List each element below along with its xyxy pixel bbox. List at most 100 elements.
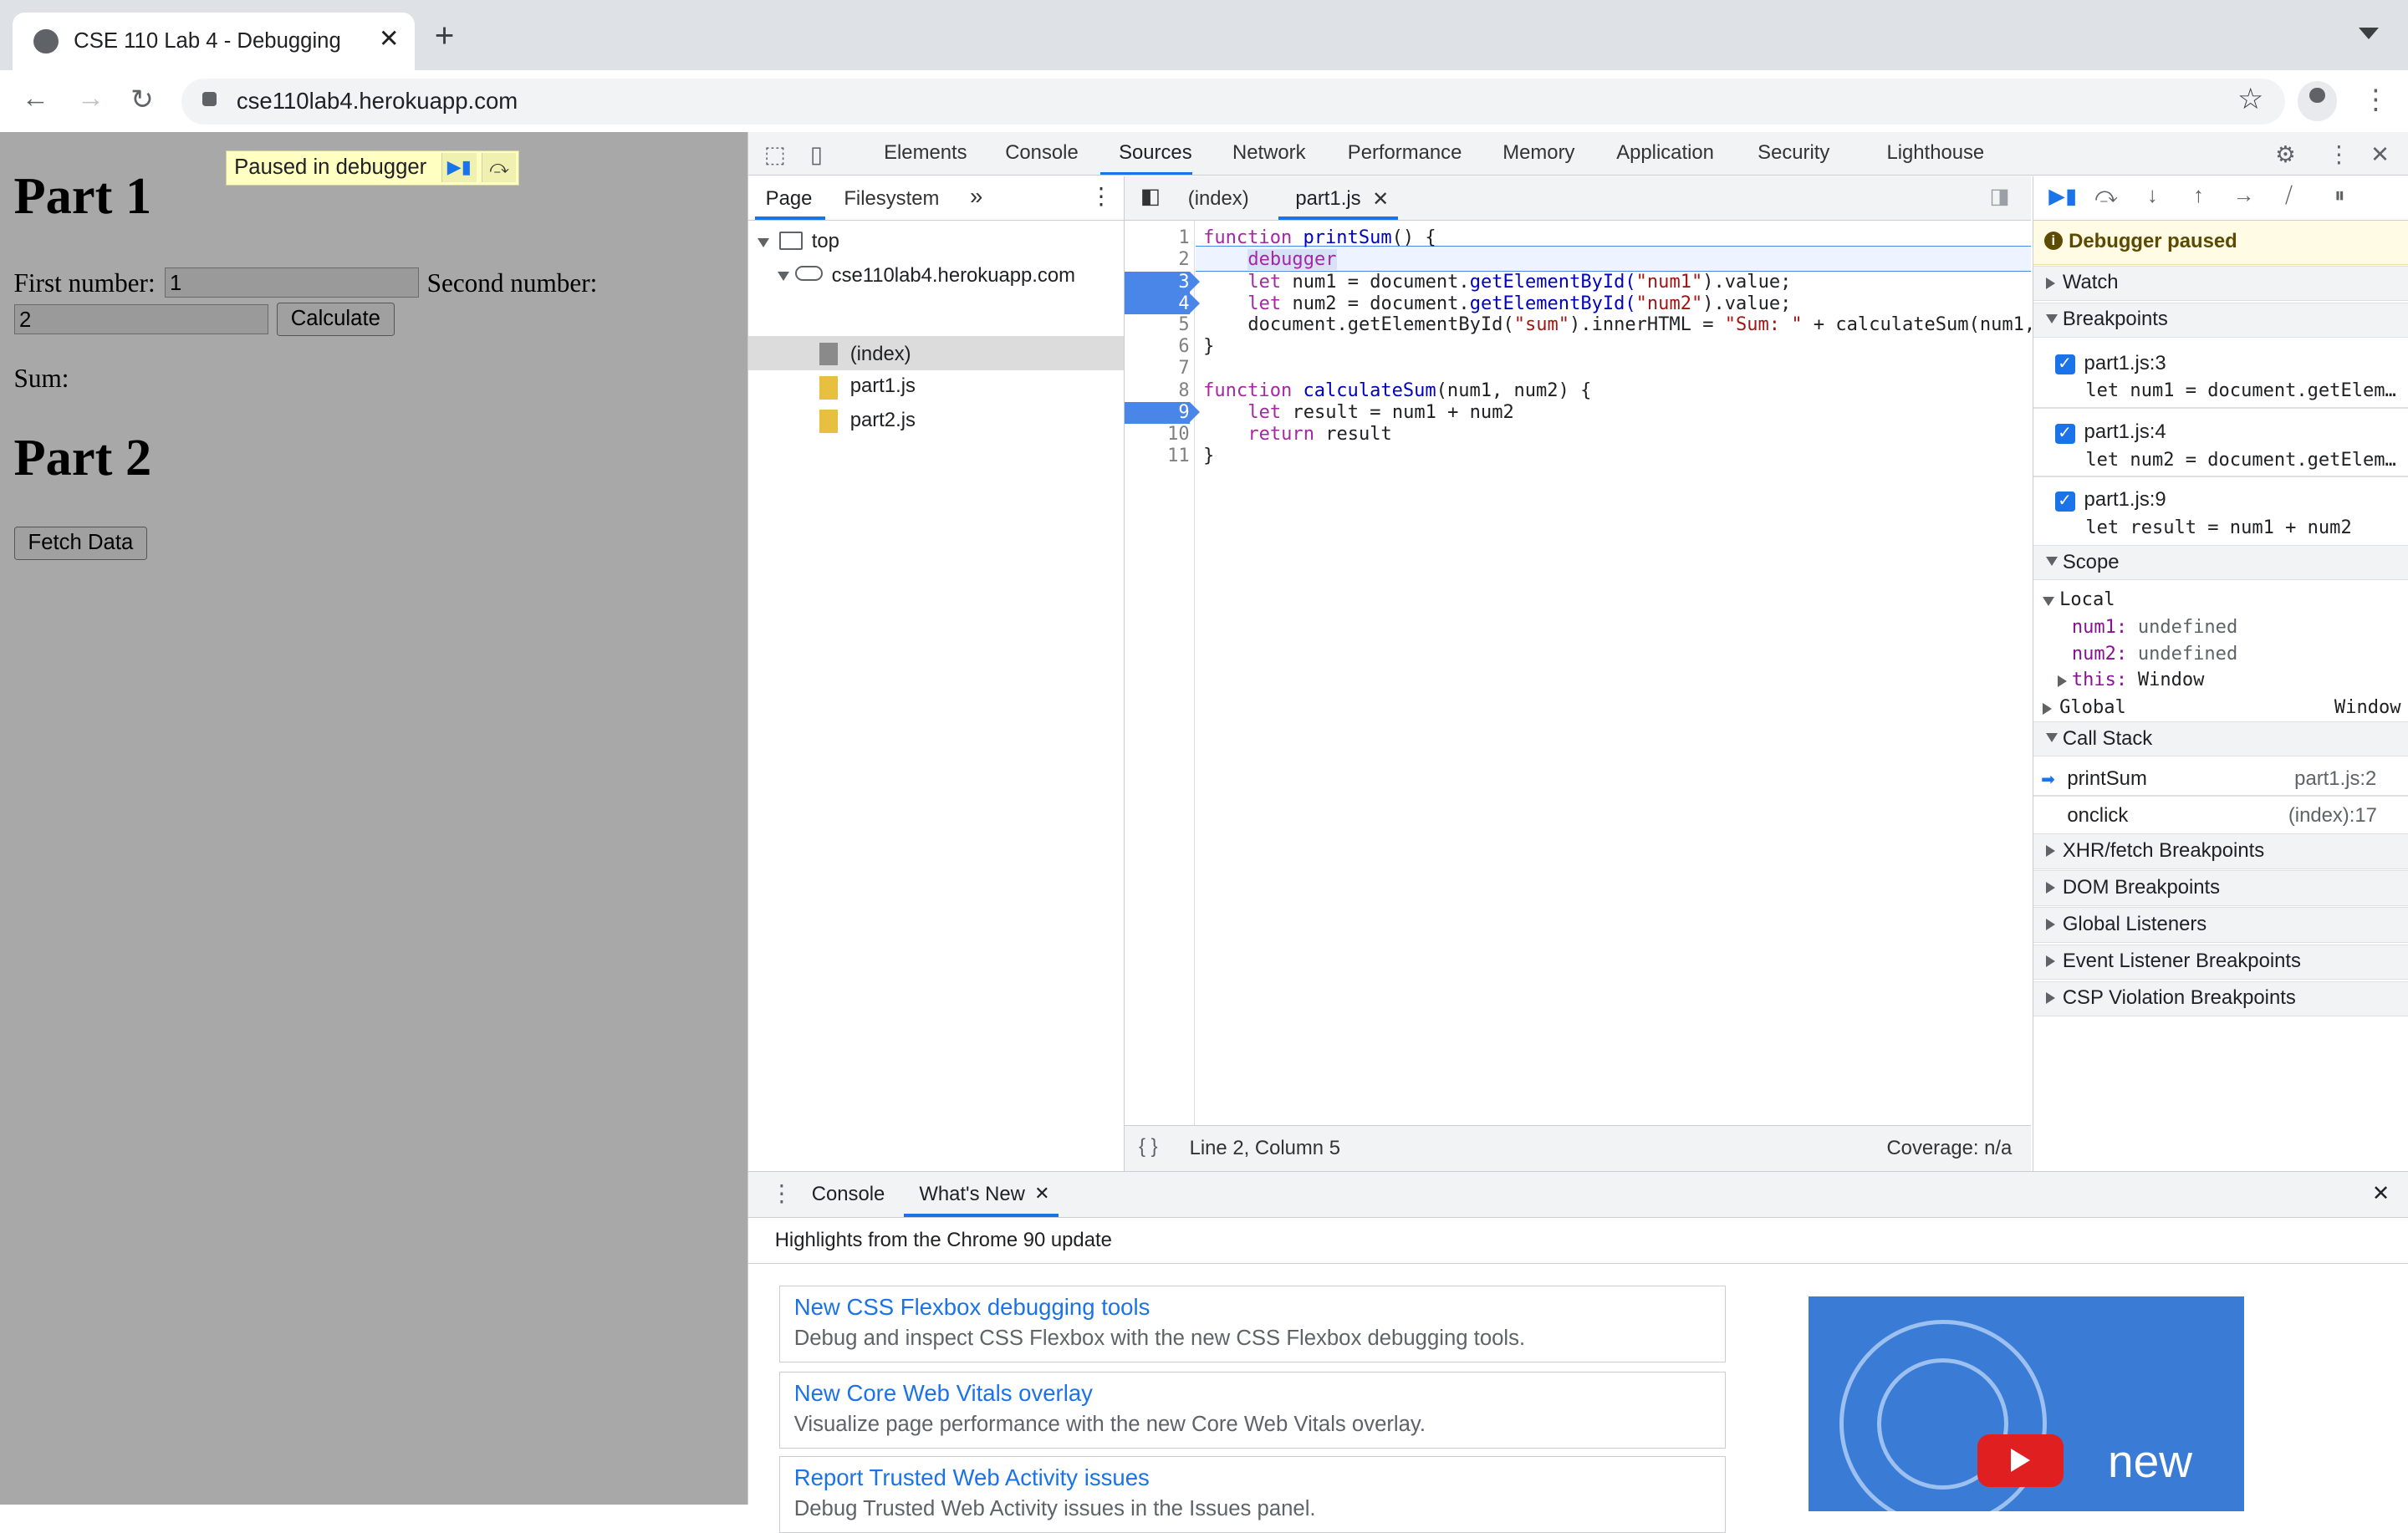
- tab-lighthouse[interactable]: Lighthouse: [1886, 141, 1984, 165]
- stack-frame-name[interactable]: onclick: [2067, 804, 2128, 828]
- step-icon[interactable]: →: [2233, 184, 2255, 208]
- chevron-right-icon[interactable]: [2058, 675, 2068, 688]
- tab-performance[interactable]: Performance: [1348, 141, 1462, 165]
- step-over-icon[interactable]: ⤼: [481, 152, 517, 182]
- bookmark-star-icon[interactable]: ☆: [2237, 83, 2263, 116]
- stack-frame-location[interactable]: (index):17: [2288, 804, 2377, 828]
- feature-card[interactable]: New CSS Flexbox debugging tools Debug an…: [779, 1286, 1726, 1363]
- tab-elements[interactable]: Elements: [884, 141, 967, 165]
- dom-breakpoints-header[interactable]: DOM Breakpoints: [2033, 870, 2408, 906]
- stack-frame-name[interactable]: printSum: [2067, 767, 2146, 791]
- scope-global[interactable]: Global: [2059, 697, 2126, 718]
- global-listeners-header[interactable]: Global Listeners: [2033, 907, 2408, 943]
- tree-file-part2[interactable]: part2.js: [850, 409, 916, 432]
- tab-security[interactable]: Security: [1758, 141, 1829, 165]
- event-listener-breakpoints-header[interactable]: Event Listener Breakpoints: [2033, 944, 2408, 980]
- breakpoint-file[interactable]: part1.js:3: [2084, 352, 2166, 375]
- feature-card[interactable]: Report Trusted Web Activity issues Debug…: [779, 1456, 1726, 1533]
- code-area[interactable]: 1 2 3 4 5 6 7 8 9 10 11 function printSu…: [1125, 221, 2035, 1126]
- first-number-input[interactable]: 1: [164, 267, 420, 298]
- breakpoint-marker-icon[interactable]: [1189, 293, 1200, 313]
- feature-title-link[interactable]: Report Trusted Web Activity issues: [794, 1464, 1150, 1491]
- feature-card[interactable]: New Core Web Vitals overlay Visualize pa…: [779, 1372, 1726, 1449]
- step-out-icon[interactable]: ↑: [2193, 184, 2204, 208]
- editor-tab-index[interactable]: (index): [1188, 187, 1249, 211]
- breakpoint-line-number[interactable]: 9: [1125, 402, 1190, 424]
- device-toolbar-icon[interactable]: ▯: [810, 141, 823, 168]
- pause-on-exceptions-icon[interactable]: ⏸: [2334, 184, 2345, 209]
- back-icon[interactable]: ←: [22, 83, 49, 115]
- line-number[interactable]: 7: [1125, 358, 1189, 379]
- line-number[interactable]: 5: [1125, 314, 1189, 336]
- drawer-menu-icon[interactable]: ⋮: [770, 1180, 793, 1207]
- close-drawer-icon[interactable]: ✕: [2372, 1181, 2390, 1206]
- tab-network[interactable]: Network: [1232, 141, 1306, 165]
- breakpoint-file[interactable]: part1.js:4: [2084, 420, 2166, 444]
- navigator-menu-icon[interactable]: ⋮: [1089, 183, 1113, 210]
- feature-title-link[interactable]: New Core Web Vitals overlay: [794, 1380, 1093, 1407]
- tree-domain[interactable]: cse110lab4.herokuapp.com: [832, 264, 1075, 288]
- forward-icon[interactable]: →: [77, 83, 105, 115]
- stack-frame-location[interactable]: part1.js:2: [2294, 767, 2376, 791]
- tab-sources[interactable]: Sources: [1119, 141, 1192, 165]
- fetch-data-button[interactable]: Fetch Data: [13, 526, 148, 561]
- browser-tab[interactable]: CSE 110 Lab 4 - Debugging ✕: [12, 12, 415, 71]
- expand-top-icon[interactable]: [758, 237, 770, 247]
- resume-icon[interactable]: ▶▮: [441, 152, 477, 182]
- line-number[interactable]: 6: [1125, 336, 1189, 358]
- tab-application[interactable]: Application: [1616, 141, 1714, 165]
- devtools-menu-icon[interactable]: ⋮: [2328, 141, 2351, 168]
- breakpoint-line-number[interactable]: 3: [1125, 272, 1190, 293]
- second-number-input[interactable]: 2: [13, 303, 269, 335]
- browser-menu-icon[interactable]: ⋮: [2362, 83, 2390, 116]
- new-tab-button[interactable]: +: [435, 18, 455, 52]
- address-bar[interactable]: cse110lab4.herokuapp.com ☆: [181, 78, 2285, 125]
- line-number[interactable]: 8: [1125, 380, 1189, 402]
- tree-top[interactable]: top: [812, 230, 839, 253]
- breakpoint-line-number[interactable]: 4: [1125, 293, 1190, 315]
- feature-title-link[interactable]: New CSS Flexbox debugging tools: [794, 1294, 1150, 1321]
- reload-icon[interactable]: ↻: [130, 83, 154, 116]
- call-stack-section-header[interactable]: Call Stack: [2033, 721, 2408, 757]
- pretty-print-icon[interactable]: { }: [1139, 1135, 1158, 1159]
- expand-domain-icon[interactable]: [778, 272, 790, 282]
- nav-tab-filesystem[interactable]: Filesystem: [844, 187, 939, 211]
- close-tab-icon[interactable]: ✕: [379, 24, 400, 53]
- toggle-debugger-icon[interactable]: ◨: [1990, 184, 2010, 209]
- editor-tab-part1[interactable]: part1.js: [1295, 187, 1360, 211]
- drawer-tab-whats-new[interactable]: What's New: [919, 1183, 1025, 1206]
- xhr-breakpoints-header[interactable]: XHR/fetch Breakpoints: [2033, 833, 2408, 869]
- breakpoint-file[interactable]: part1.js:9: [2084, 488, 2166, 512]
- tree-row-index[interactable]: (index): [748, 336, 1124, 370]
- tab-console[interactable]: Console: [1005, 141, 1079, 165]
- breakpoint-checkbox[interactable]: ✓: [2054, 354, 2075, 375]
- chevron-right-icon[interactable]: [2042, 703, 2052, 716]
- settings-gear-icon[interactable]: ⚙: [2275, 141, 2296, 168]
- inspect-element-icon[interactable]: ⬚: [764, 141, 786, 168]
- tab-memory[interactable]: Memory: [1502, 141, 1574, 165]
- nav-tab-page[interactable]: Page: [766, 187, 813, 211]
- breakpoint-marker-icon[interactable]: [1189, 402, 1200, 423]
- breakpoint-marker-icon[interactable]: [1189, 272, 1200, 293]
- line-number[interactable]: 1: [1125, 227, 1189, 249]
- drawer-tab-console[interactable]: Console: [812, 1183, 885, 1206]
- whats-new-video-thumbnail[interactable]: new: [1808, 1296, 2245, 1512]
- close-drawer-tab-icon[interactable]: ✕: [1034, 1183, 1049, 1204]
- coverage-status[interactable]: Coverage: n/a: [1886, 1137, 2012, 1160]
- breakpoints-section-header[interactable]: Breakpoints: [2033, 302, 2408, 339]
- youtube-play-icon[interactable]: [1977, 1434, 2064, 1487]
- scope-local[interactable]: Local: [2059, 589, 2115, 610]
- chevron-down-icon[interactable]: [2042, 597, 2054, 607]
- line-number[interactable]: 10: [1125, 424, 1190, 446]
- step-into-icon[interactable]: ↓: [2147, 184, 2158, 208]
- breakpoint-checkbox[interactable]: ✓: [2054, 423, 2075, 444]
- step-over-icon[interactable]: ⤼: [2094, 184, 2117, 209]
- tree-file-part1[interactable]: part1.js: [850, 374, 916, 398]
- line-number[interactable]: 2: [1125, 249, 1189, 271]
- close-devtools-icon[interactable]: ✕: [2370, 141, 2390, 168]
- scope-section-header[interactable]: Scope: [2033, 545, 2408, 581]
- watch-section-header[interactable]: Watch: [2033, 265, 2408, 301]
- close-editor-tab-icon[interactable]: ✕: [1372, 187, 1389, 211]
- line-number[interactable]: 11: [1125, 446, 1190, 467]
- csp-violation-breakpoints-header[interactable]: CSP Violation Breakpoints: [2033, 980, 2408, 1016]
